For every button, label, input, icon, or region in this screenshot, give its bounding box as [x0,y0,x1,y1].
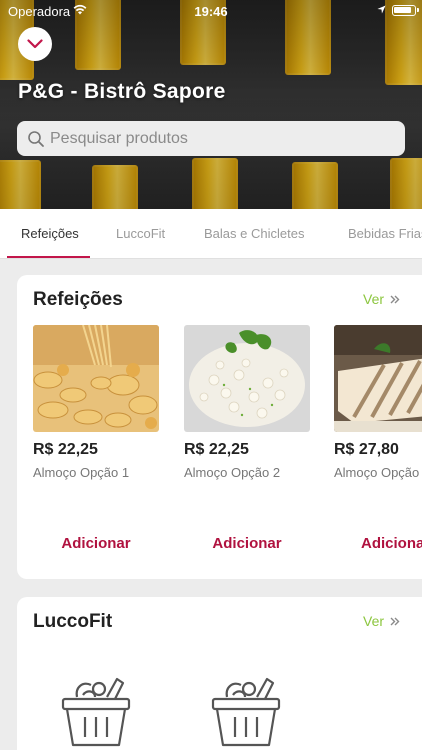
double-chevron-right-icon [390,617,400,625]
header-overlay [0,0,422,209]
risotto-image [184,325,310,432]
product-name: Almoço Opção 3 [334,465,422,480]
store-title: P&G - Bistrô Sapore [18,80,226,103]
search-bar[interactable] [17,121,405,156]
clock: 19:46 [194,4,228,19]
battery-icon [392,5,419,16]
product-name: Almoço Opção 2 [184,465,281,480]
basket-placeholder-icon [211,677,281,747]
chevron-down-icon [27,39,43,49]
search-icon [28,130,44,147]
active-tab-indicator [7,256,90,258]
tab-luccofit[interactable]: LuccoFit [116,226,165,241]
section-title: Refeições [33,289,123,310]
tab-bebidas-frias[interactable]: Bebidas Frias [348,226,422,241]
tab-refeicoes[interactable]: Refeições [21,226,79,241]
store-header: Operadora 19:46 P&G - Bistrô Sapore [0,0,422,209]
see-more-link[interactable]: Ver [363,613,400,629]
search-input[interactable] [50,129,380,148]
product-card[interactable]: R$ 22,25 Almoço Opção 1 Adicionar [33,325,159,552]
section-title: LuccoFit [33,611,113,632]
section-luccofit: LuccoFit Ver [17,597,422,750]
basket-placeholder-icon [61,677,131,747]
see-more-label: Ver [363,613,385,629]
add-button[interactable]: Adicionar [184,535,310,552]
pasta-image [33,325,159,432]
grilled-fish-image [334,325,422,432]
tab-balas-e-chicletes[interactable]: Balas e Chicletes [204,226,304,241]
product-name: Almoço Opção 1 [33,465,130,480]
section-refeicoes: Refeições Ver R$ 22,25 Almoço Opção 1 Ad… [17,275,422,579]
product-card[interactable]: R$ 27,80 Almoço Opção 3 Adicionar [334,325,422,552]
product-card[interactable]: R$ 22,25 Almoço Opção 2 Adicionar [184,325,310,552]
add-button[interactable]: Adicionar [361,535,422,552]
add-button[interactable]: Adicionar [33,535,159,552]
see-more-label: Ver [363,291,385,307]
product-price: R$ 22,25 [33,441,98,458]
see-more-link[interactable]: Ver [363,291,400,307]
double-chevron-right-icon [390,295,400,303]
status-bar: Operadora 19:46 [0,0,422,22]
product-price: R$ 27,80 [334,441,399,458]
category-tabs: Refeições LuccoFit Balas e Chicletes Beb… [0,209,422,259]
collapse-button[interactable] [18,27,52,61]
product-price: R$ 22,25 [184,441,249,458]
location-arrow-icon [377,5,386,14]
